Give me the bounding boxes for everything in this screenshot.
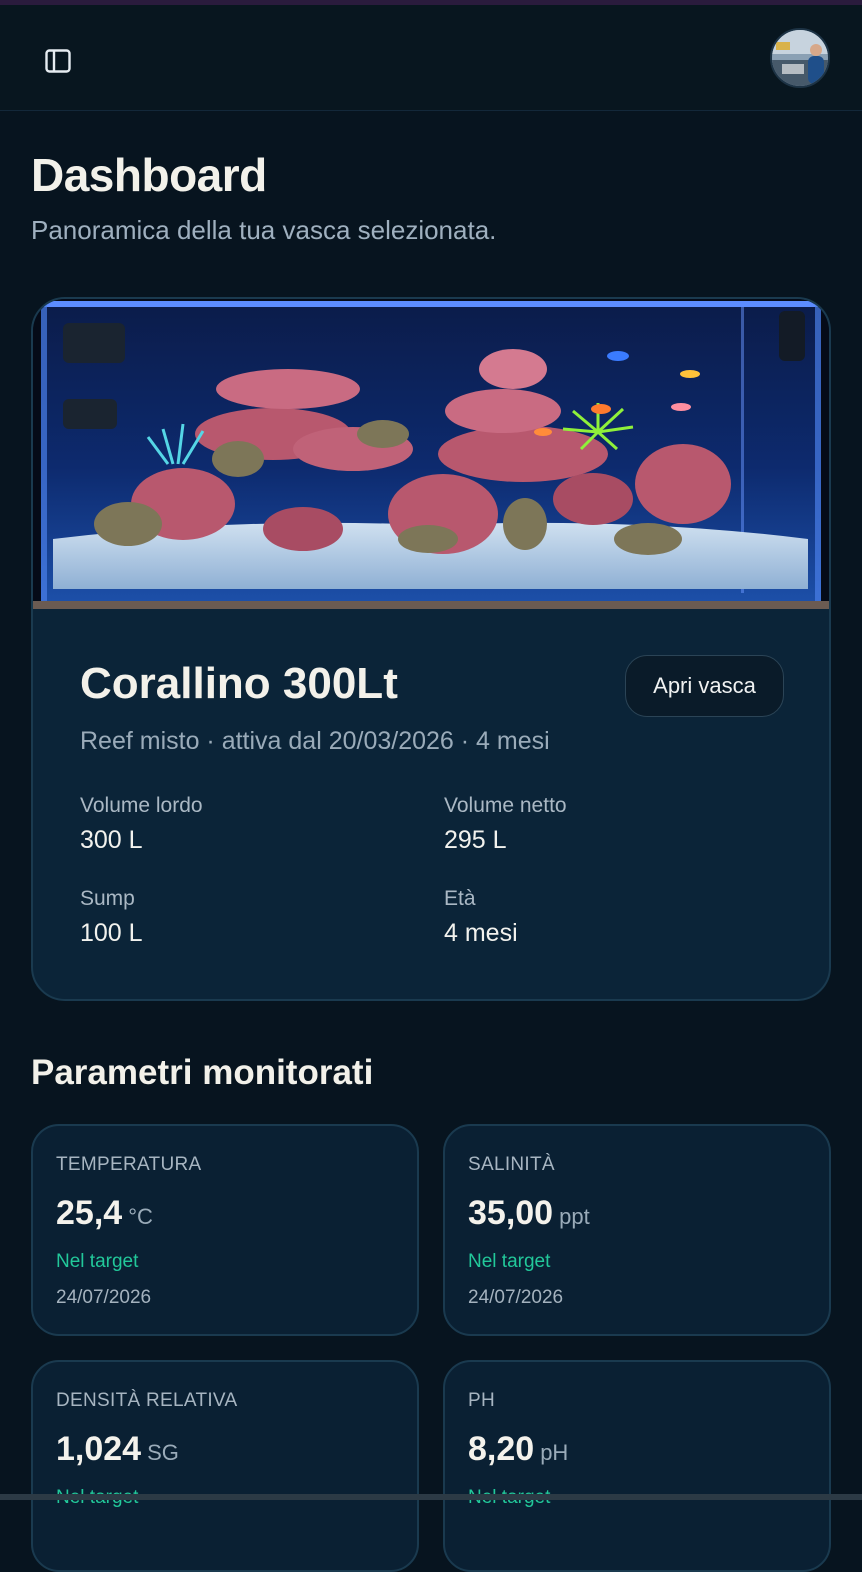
stat-value: 300 L — [80, 826, 143, 854]
param-unit: pH — [540, 1440, 569, 1465]
tank-card: Corallino 300Lt Apri vasca Reef misto · … — [31, 297, 831, 1001]
stat-volume-net: Volume netto 295 L — [444, 794, 567, 855]
stat-sump: Sump 100 L — [80, 887, 143, 948]
param-value-line: 35,00 ppt — [468, 1194, 590, 1233]
param-value: 35,00 — [468, 1194, 554, 1232]
param-date: 24/07/2026 — [56, 1287, 152, 1308]
param-value-line: 1,024 SG — [56, 1430, 179, 1469]
sidebar-toggle-icon — [45, 49, 71, 73]
stat-age: Età 4 mesi — [444, 887, 518, 948]
parameters-section-title: Parametri monitorati — [31, 1053, 374, 1092]
user-avatar[interactable] — [770, 28, 830, 88]
avatar-image — [772, 30, 828, 86]
tank-photo — [33, 299, 829, 609]
param-value-line: 8,20 pH — [468, 1430, 568, 1469]
param-label: DENSITÀ RELATIVA — [56, 1390, 238, 1411]
param-card-salinity[interactable]: SALINITÀ 35,00 ppt Nel target 24/07/2026 — [443, 1124, 831, 1336]
tank-meta: Reef misto · attiva dal 20/03/2026 · 4 m… — [80, 727, 550, 755]
tank-name: Corallino 300Lt — [80, 659, 398, 708]
stat-label: Volume netto — [444, 794, 567, 817]
param-unit: SG — [147, 1440, 179, 1465]
param-status: Nel target — [468, 1251, 551, 1272]
stat-value: 295 L — [444, 826, 507, 854]
stat-label: Volume lordo — [80, 794, 203, 817]
param-unit: ppt — [559, 1204, 590, 1229]
param-label: TEMPERATURA — [56, 1154, 202, 1175]
param-label: SALINITÀ — [468, 1154, 555, 1175]
param-card-ph[interactable]: PH 8,20pH Nel target — [443, 1360, 831, 1572]
param-date: 24/07/2026 — [468, 1287, 564, 1308]
open-tank-button[interactable]: Apri vasca — [625, 655, 784, 717]
param-value-line: 25,4 °C — [56, 1194, 153, 1233]
param-value: 8,20 — [468, 1430, 535, 1468]
page-title: Dashboard — [31, 149, 267, 201]
param-status: Nel target — [56, 1251, 139, 1272]
param-value: 1,024 — [56, 1430, 142, 1468]
stat-value: 100 L — [80, 919, 143, 947]
stat-label: Sump — [80, 887, 135, 910]
param-card-temperature[interactable]: TEMPERATURA 25,4 °C Nel target 24/07/2026 — [31, 1124, 419, 1336]
param-label: PH — [468, 1390, 495, 1411]
sidebar-toggle-button[interactable] — [38, 41, 78, 81]
stat-label: Età — [444, 887, 476, 910]
stat-volume-gross: Volume lordo 300 L — [80, 794, 203, 855]
param-value: 25,4 — [56, 1194, 123, 1232]
param-card-density[interactable]: DENSITÀ RELATIVA 1,024SG Nel target — [31, 1360, 419, 1572]
window-bottom-edge — [0, 1494, 862, 1500]
stat-value: 4 mesi — [444, 919, 518, 947]
page-subtitle: Panoramica della tua vasca selezionata. — [31, 215, 497, 245]
param-unit: °C — [128, 1204, 153, 1229]
top-bar — [0, 5, 862, 111]
